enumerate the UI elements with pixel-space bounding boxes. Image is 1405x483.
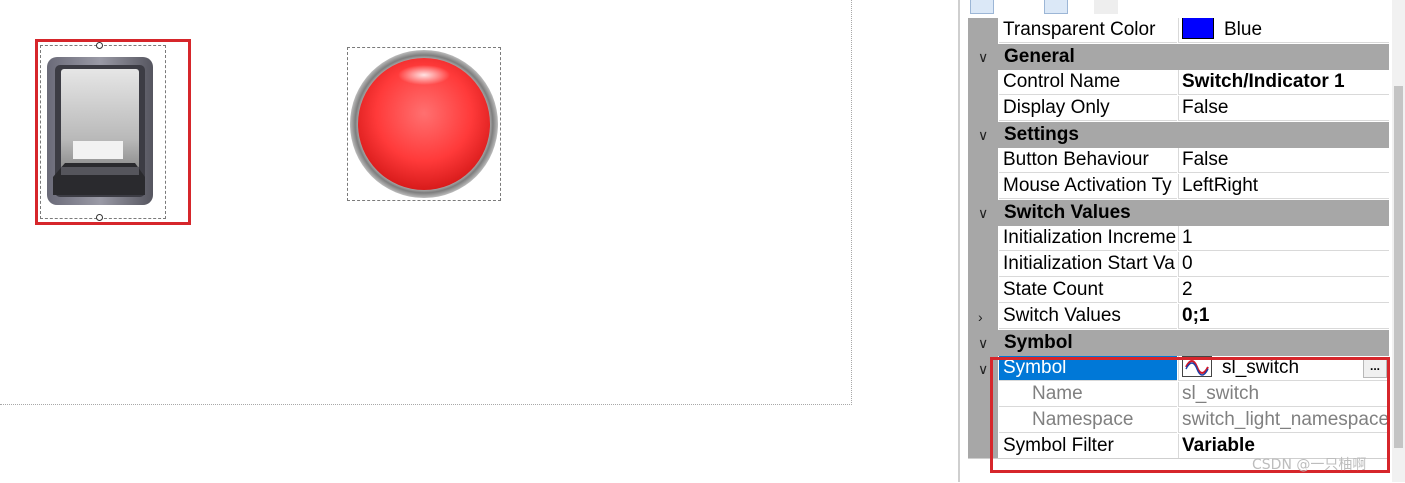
- property-name[interactable]: Control Name: [999, 70, 1177, 95]
- property-row[interactable]: › Switch Values 0;1: [968, 304, 1389, 330]
- watermark: CSDN @一只柚啊: [1252, 457, 1367, 473]
- property-name[interactable]: Transparent Color: [999, 18, 1177, 43]
- chevron-down-icon[interactable]: ∨: [978, 334, 988, 352]
- property-value[interactable]: LeftRight: [1178, 174, 1389, 199]
- property-value-text: 1: [1182, 227, 1193, 248]
- property-value[interactable]: 2: [1178, 278, 1389, 303]
- property-value[interactable]: Switch/Indicator 1: [1178, 70, 1389, 95]
- property-row[interactable]: Initialization Increme 1: [968, 226, 1389, 252]
- property-value-text: Switch/Indicator 1: [1182, 71, 1345, 92]
- property-name[interactable]: State Count: [999, 278, 1177, 303]
- category-header[interactable]: ∨ Switch Values: [968, 200, 1389, 226]
- property-value-text: 2: [1182, 279, 1193, 300]
- row-gutter: [968, 18, 998, 44]
- property-value[interactable]: 0;1: [1178, 304, 1389, 329]
- chevron-down-icon[interactable]: ∨: [978, 48, 988, 66]
- property-name[interactable]: Display Only: [999, 96, 1177, 121]
- property-value-text: False: [1182, 97, 1229, 118]
- property-value[interactable]: False: [1178, 96, 1389, 121]
- property-name[interactable]: Switch Values: [999, 304, 1177, 329]
- row-gutter: [968, 174, 998, 200]
- category-label: Symbol: [1004, 332, 1073, 353]
- design-canvas[interactable]: [0, 0, 960, 482]
- category-header[interactable]: ∨ Settings: [968, 122, 1389, 148]
- category-label: General: [1004, 46, 1075, 67]
- property-row[interactable]: Transparent Color Blue: [968, 18, 1389, 44]
- row-gutter: ›: [968, 304, 998, 330]
- row-gutter: [968, 70, 998, 96]
- property-value[interactable]: False: [1178, 148, 1389, 173]
- chevron-down-icon[interactable]: ∨: [978, 126, 988, 144]
- property-name[interactable]: Initialization Increme: [999, 226, 1177, 251]
- chevron-down-icon[interactable]: ∨: [978, 204, 988, 222]
- property-value-text: 0;1: [1182, 305, 1210, 326]
- property-name[interactable]: Initialization Start Va: [999, 252, 1177, 277]
- properties-view-icon[interactable]: [1044, 0, 1068, 14]
- property-pages-icon[interactable]: [1094, 0, 1118, 14]
- property-value[interactable]: 0: [1178, 252, 1389, 277]
- category-label: Settings: [1004, 124, 1079, 145]
- color-swatch: [1182, 18, 1214, 40]
- row-gutter: [968, 96, 998, 122]
- property-value[interactable]: Blue: [1178, 18, 1389, 43]
- property-row[interactable]: Initialization Start Va 0: [968, 252, 1389, 278]
- alphabetical-sort-icon[interactable]: [996, 0, 1020, 14]
- property-value-text: LeftRight: [1182, 175, 1259, 196]
- category-label: Switch Values: [1004, 202, 1131, 223]
- row-gutter: [968, 226, 998, 252]
- property-value-text: False: [1182, 149, 1229, 170]
- panel-splitter[interactable]: [958, 0, 960, 482]
- row-gutter: [968, 278, 998, 304]
- scrollbar-thumb[interactable]: [1394, 86, 1403, 448]
- property-value[interactable]: 1: [1178, 226, 1389, 251]
- property-row[interactable]: Button Behaviour False: [968, 148, 1389, 174]
- property-value-text: 0: [1182, 253, 1193, 274]
- property-row[interactable]: State Count 2: [968, 278, 1389, 304]
- row-gutter: [968, 148, 998, 174]
- property-toolbar: [968, 0, 1388, 16]
- chevron-down-icon[interactable]: ∨: [978, 360, 988, 378]
- property-row[interactable]: Control Name Switch/Indicator 1: [968, 70, 1389, 96]
- chevron-down-icon[interactable]: ›: [978, 308, 983, 326]
- property-row[interactable]: Display Only False: [968, 96, 1389, 122]
- categorized-view-icon[interactable]: [970, 0, 994, 14]
- property-row[interactable]: Mouse Activation Ty LeftRight: [968, 174, 1389, 200]
- category-header[interactable]: ∨ General: [968, 44, 1389, 70]
- red-indicator-light[interactable]: [349, 49, 499, 199]
- property-name[interactable]: Button Behaviour: [999, 148, 1177, 173]
- property-name[interactable]: Mouse Activation Ty: [999, 174, 1177, 199]
- toggle-switch-control[interactable]: [45, 55, 155, 207]
- category-header[interactable]: ∨ Symbol: [968, 330, 1389, 356]
- row-gutter: [968, 252, 998, 278]
- property-value-text: Blue: [1224, 19, 1263, 40]
